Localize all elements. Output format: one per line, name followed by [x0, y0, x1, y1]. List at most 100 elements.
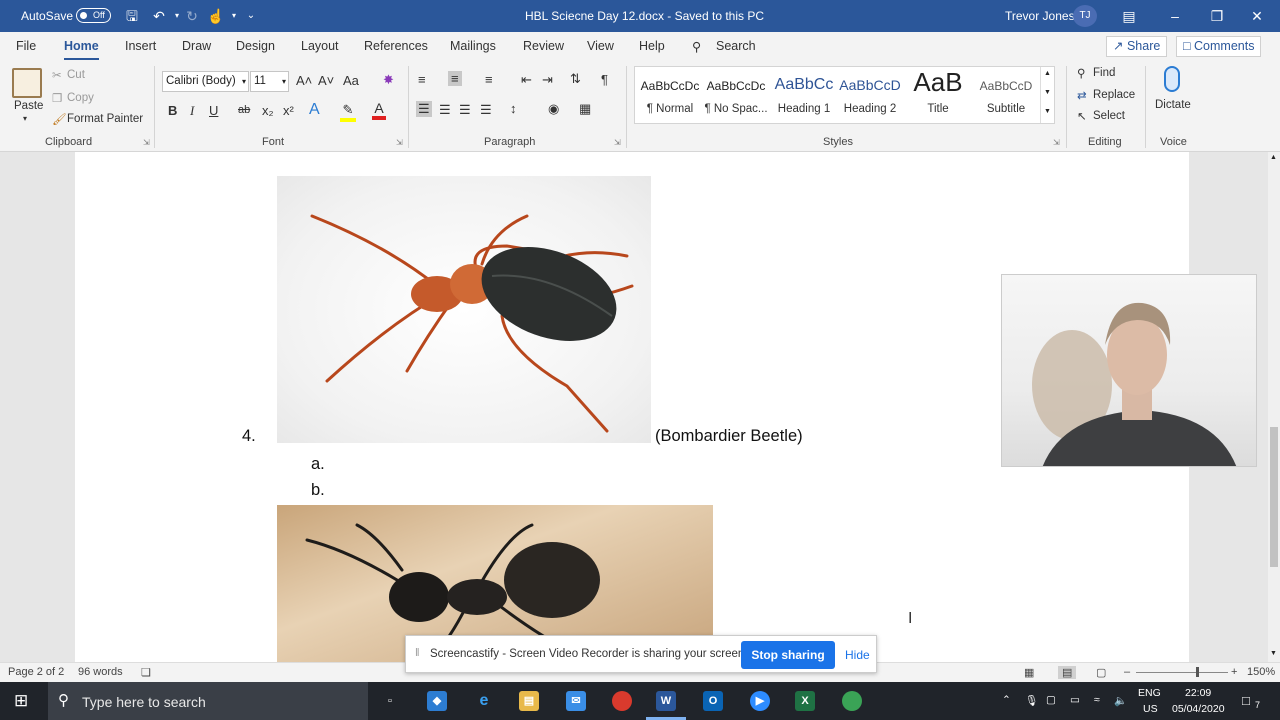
windows-start-icon[interactable]: ⊞	[14, 691, 28, 711]
chevron-up-icon[interactable]: ▲	[1044, 70, 1051, 77]
decrease-indent-icon[interactable]: ⇤	[521, 72, 532, 88]
find-button[interactable]: Find	[1093, 67, 1115, 79]
notifications-icon[interactable]: □	[1242, 693, 1250, 708]
microphone-icon[interactable]	[1164, 66, 1180, 92]
shading-icon[interactable]: ◉	[548, 101, 559, 117]
style-normal[interactable]: AaBbCcDc ¶ Normal	[637, 67, 703, 123]
copy-button[interactable]: Copy	[67, 92, 94, 104]
save-icon[interactable]: 🖫	[123, 7, 141, 25]
tab-mailings[interactable]: Mailings	[450, 39, 496, 53]
superscript-button[interactable]: x²	[283, 103, 294, 118]
ribbon-display-icon[interactable]: ▤	[1106, 0, 1152, 32]
font-color-icon[interactable]: A	[372, 100, 386, 120]
align-right-icon[interactable]: ☰	[459, 102, 471, 118]
styles-scroll[interactable]: ▲ ▼ ▼	[1040, 67, 1054, 123]
line-spacing-icon[interactable]: ↕	[510, 101, 517, 116]
user-name[interactable]: Trevor Jones	[1005, 9, 1075, 23]
word-count[interactable]: 96 words	[78, 666, 123, 678]
paste-icon[interactable]	[12, 68, 42, 98]
file-explorer-icon[interactable]: ▤	[519, 691, 539, 711]
page-count[interactable]: Page 2 of 2	[8, 666, 64, 678]
zoom-slider[interactable]	[1136, 667, 1228, 677]
clipboard-launcher-icon[interactable]: ⇲	[143, 138, 150, 147]
search-icon[interactable]: ⚲	[692, 39, 701, 54]
text-effects-icon[interactable]: A	[309, 101, 320, 119]
find-icon[interactable]: ⚲	[1077, 66, 1085, 80]
multilevel-list-icon[interactable]: ≡	[485, 72, 493, 87]
styles-launcher-icon[interactable]: ⇲	[1053, 138, 1060, 147]
chevron-down-icon[interactable]: ▼	[1044, 89, 1051, 96]
tab-references[interactable]: References	[364, 39, 428, 53]
copy-icon[interactable]: ❐	[52, 91, 62, 105]
tab-view[interactable]: View	[587, 39, 614, 53]
scroll-thumb[interactable]	[1270, 427, 1278, 567]
font-launcher-icon[interactable]: ⇲	[396, 138, 403, 147]
customize-toolbar-icon[interactable]: ⌄	[242, 7, 260, 25]
taskbar-search[interactable]: ⚲ Type here to search	[48, 682, 368, 720]
style-heading-2[interactable]: AaBbCcD Heading 2	[837, 67, 903, 123]
outlook-icon[interactable]: O	[703, 691, 723, 711]
web-layout-icon[interactable]: ▢	[1096, 666, 1106, 679]
volume-icon[interactable]: 🔈	[1114, 694, 1127, 707]
read-mode-icon[interactable]: ▦	[1024, 666, 1034, 679]
excel-icon[interactable]: X	[795, 691, 815, 711]
style-title[interactable]: AaB Title	[905, 67, 971, 123]
borders-icon[interactable]: ▦	[579, 101, 591, 117]
touch-mode-icon[interactable]: ☝	[207, 7, 225, 25]
format-painter-button[interactable]: Format Painter	[67, 113, 143, 125]
zoom-in-icon[interactable]: +	[1231, 666, 1237, 678]
wifi-icon[interactable]: ≈	[1094, 694, 1100, 706]
sort-icon[interactable]: ⇅	[570, 71, 581, 87]
tell-me-search[interactable]: Search	[716, 39, 756, 53]
touch-dropdown-icon[interactable]: ▾	[225, 7, 243, 25]
select-icon[interactable]: ↖	[1077, 109, 1087, 123]
clear-formatting-icon[interactable]: ✸	[383, 72, 394, 88]
share-button[interactable]: ↗ Share	[1106, 36, 1168, 57]
show-marks-icon[interactable]: ¶	[601, 72, 608, 87]
tab-review[interactable]: Review	[523, 39, 564, 53]
more-styles-icon[interactable]: ▼	[1044, 108, 1051, 115]
zoom-level[interactable]: 150%	[1247, 666, 1275, 678]
chevron-up-icon[interactable]: ▲	[1270, 154, 1277, 161]
beetle-image[interactable]	[277, 176, 651, 443]
clock-date[interactable]: 05/04/2020	[1172, 703, 1225, 715]
keyboard-region[interactable]: US	[1143, 703, 1158, 715]
italic-button[interactable]: I	[190, 103, 194, 119]
format-painter-icon[interactable]: 🖌	[52, 112, 67, 126]
chrome-profile-icon[interactable]	[842, 691, 862, 711]
replace-button[interactable]: Replace	[1093, 89, 1135, 101]
justify-icon[interactable]: ☰	[480, 102, 492, 118]
bullets-icon[interactable]: ≡	[418, 72, 426, 87]
minimize-icon[interactable]: –	[1152, 0, 1198, 32]
camera-tray-icon[interactable]: ▢	[1046, 694, 1056, 706]
close-icon[interactable]: ✕	[1234, 0, 1280, 32]
strikethrough-button[interactable]: ab	[238, 104, 250, 116]
tab-draw[interactable]: Draw	[182, 39, 211, 53]
clock-time[interactable]: 22:09	[1185, 687, 1211, 699]
highlight-color-icon[interactable]: ✎	[340, 102, 356, 122]
tab-layout[interactable]: Layout	[301, 39, 339, 53]
task-view-icon[interactable]: ▫	[380, 691, 400, 711]
dictate-button[interactable]: Dictate	[1155, 99, 1191, 111]
autosave-toggle[interactable]: Off	[76, 8, 111, 23]
paste-dropdown-icon[interactable]: ▾	[23, 114, 27, 123]
underline-button[interactable]: U	[209, 103, 218, 118]
tray-overflow-icon[interactable]: ⌃	[1002, 694, 1011, 706]
store-icon[interactable]: ◆	[427, 691, 447, 711]
tab-help[interactable]: Help	[639, 39, 665, 53]
word-icon[interactable]: W	[656, 691, 676, 711]
chevron-down-icon[interactable]: ▼	[1270, 650, 1277, 657]
zoom-out-icon[interactable]: –	[1124, 666, 1130, 678]
style-no-spacing[interactable]: AaBbCcDc ¶ No Spac...	[703, 67, 769, 123]
tab-design[interactable]: Design	[236, 39, 275, 53]
replace-icon[interactable]: ⇄	[1077, 88, 1087, 102]
drag-handle-icon[interactable]: ‖	[415, 647, 420, 659]
chrome-icon[interactable]	[612, 691, 632, 711]
font-size-select[interactable]: 11 ▾	[250, 71, 289, 92]
paste-button[interactable]: Paste	[14, 100, 43, 112]
zoom-thumb[interactable]	[1196, 667, 1199, 677]
stop-sharing-button[interactable]: Stop sharing	[741, 641, 835, 669]
proofing-icon[interactable]: ❏	[141, 666, 151, 679]
microphone-tray-icon[interactable]: 🎙	[1025, 694, 1038, 707]
vertical-scrollbar[interactable]: ▲ ▼	[1268, 152, 1280, 662]
